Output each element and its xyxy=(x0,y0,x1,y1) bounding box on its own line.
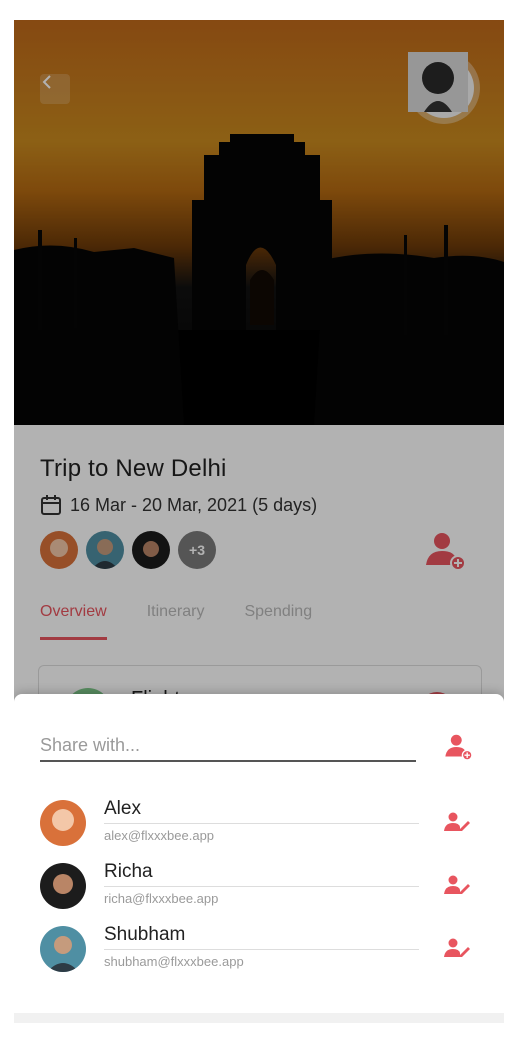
avatar-photo xyxy=(40,863,86,909)
sheet-footer xyxy=(14,1013,504,1023)
edit-user-icon xyxy=(444,812,470,831)
edit-permission-button[interactable] xyxy=(444,875,470,900)
shared-person-row: Alex alex@flxxxbee.app xyxy=(40,798,480,850)
add-user-icon xyxy=(445,734,473,761)
share-sheet: Alex alex@flxxxbee.app Richa richa@flx xyxy=(14,694,504,1023)
share-with-input[interactable] xyxy=(40,730,416,762)
person-email: shubham@flxxxbee.app xyxy=(104,954,244,969)
avatar-photo xyxy=(40,800,86,846)
person-email: richa@flxxxbee.app xyxy=(104,891,219,906)
person-email: alex@flxxxbee.app xyxy=(104,828,215,843)
avatar xyxy=(40,800,86,846)
divider xyxy=(104,949,419,950)
avatar xyxy=(40,863,86,909)
divider xyxy=(104,823,419,824)
app-screen: Trip to New Delhi 16 Mar - 20 Mar, 2021 … xyxy=(14,20,504,1023)
share-add-user-button[interactable] xyxy=(444,732,474,767)
person-name: Shubham xyxy=(104,924,186,945)
divider xyxy=(104,886,419,887)
edit-user-icon xyxy=(444,938,470,957)
person-name: Alex xyxy=(104,798,141,819)
avatar-photo xyxy=(40,926,86,972)
avatar xyxy=(40,926,86,972)
edit-permission-button[interactable] xyxy=(444,938,470,963)
edit-user-icon xyxy=(444,875,470,894)
edit-permission-button[interactable] xyxy=(444,812,470,837)
shared-person-row: Richa richa@flxxxbee.app xyxy=(40,861,480,913)
shared-person-row: Shubham shubham@flxxxbee.app xyxy=(40,924,480,976)
person-name: Richa xyxy=(104,861,153,882)
